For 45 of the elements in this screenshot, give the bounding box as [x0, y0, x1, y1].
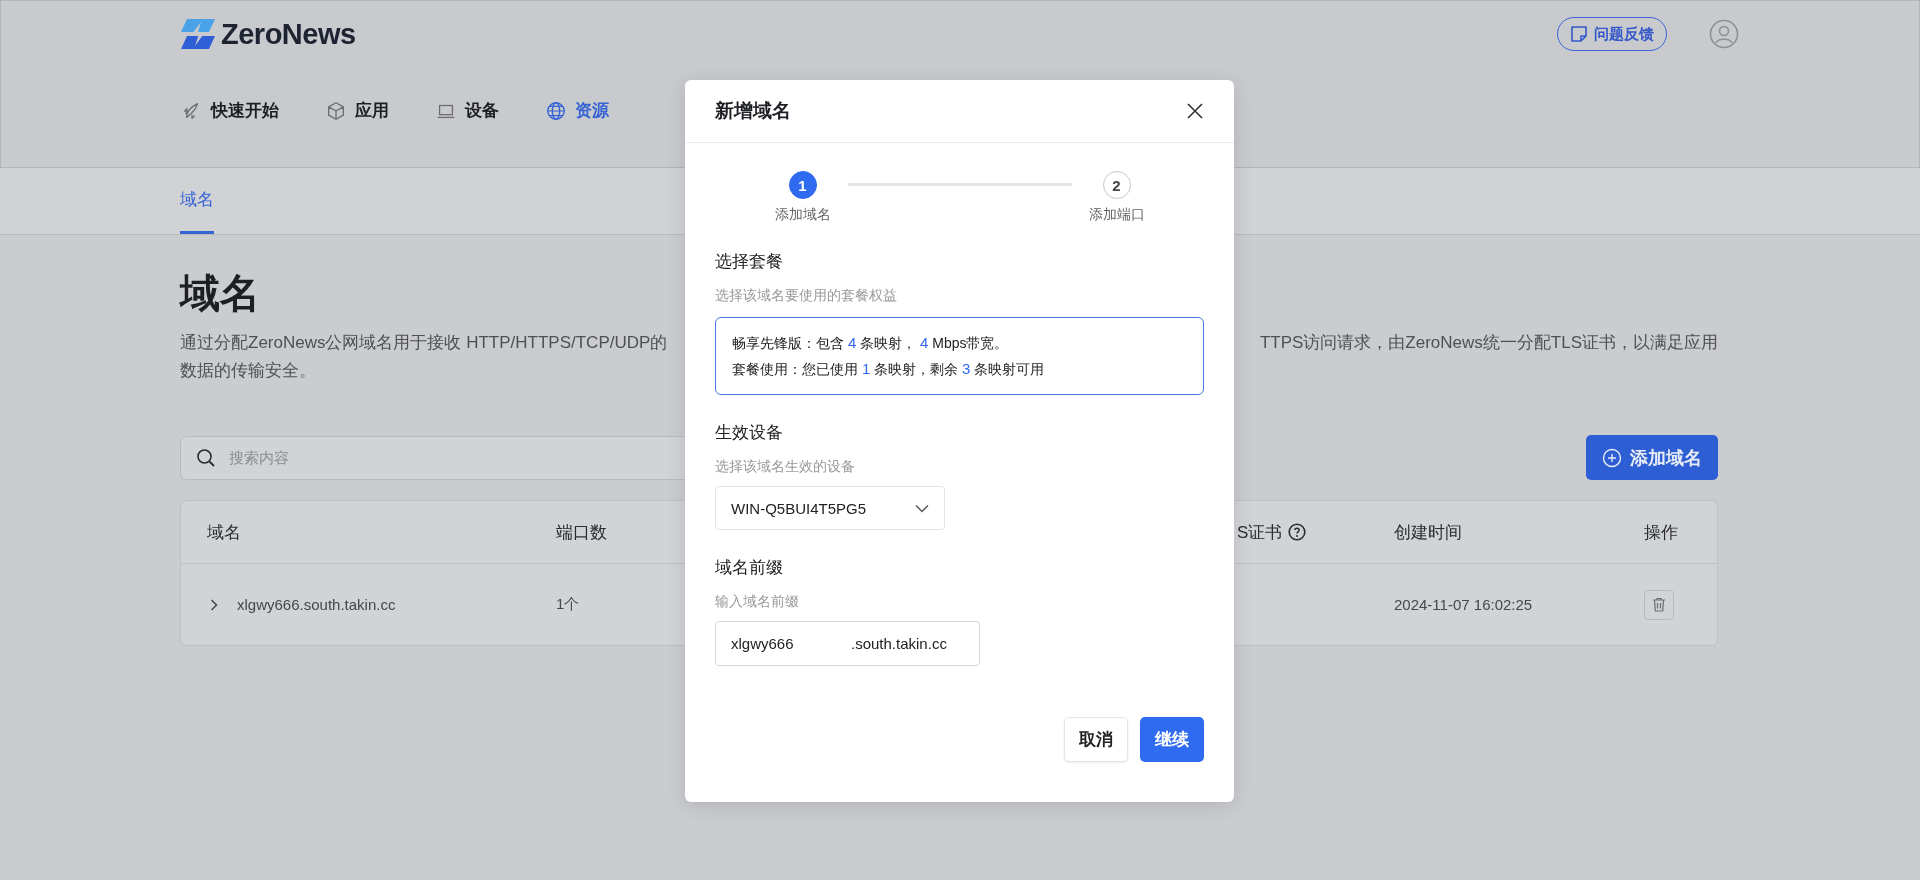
- table-cell: 2024-11-07 16:02:25: [1394, 596, 1533, 613]
- logo-text: ZeroNews: [221, 17, 356, 51]
- device-dropdown[interactable]: WIN-Q5BUI4T5PG5: [715, 486, 945, 530]
- chevron-down-icon: [915, 503, 929, 513]
- description-text: TTPS访问请求，由ZeroNews统一分配TLS证书，以满足应用: [1259, 332, 1718, 354]
- globe-icon: [545, 99, 567, 122]
- field-label: 选择套餐: [715, 251, 784, 273]
- cancel-button[interactable]: 取消: [1064, 717, 1128, 762]
- table-cell: 1个: [556, 595, 580, 614]
- logo-icon: [181, 19, 215, 49]
- description-text: 通过分配ZeroNews公网域名用于接收 HTTP/HTTPS/TCP/UDP的: [180, 332, 668, 354]
- help-icon[interactable]: [1288, 523, 1307, 541]
- nav-item[interactable]: 快速开始: [181, 99, 279, 122]
- plan-text: 畅享先锋版：包含 4 条映射， 4 Mbps带宽。: [732, 333, 1010, 353]
- nav-item[interactable]: 应用: [325, 99, 389, 122]
- page-title: 域名: [180, 270, 260, 317]
- continue-button[interactable]: 继续: [1140, 717, 1204, 762]
- plus-circle-icon: [1602, 447, 1622, 468]
- column-header: 操作: [1644, 521, 1678, 544]
- search-icon: [196, 447, 216, 468]
- dialog-title: 新增域名: [715, 99, 791, 123]
- field-hint: 输入域名前缀: [715, 593, 800, 611]
- table-cell: xlgwy666.south.takin.cc: [237, 596, 396, 613]
- close-button[interactable]: [1186, 102, 1204, 120]
- field-hint: 选择该域名要使用的套餐权益: [715, 287, 898, 305]
- note-icon: [1570, 25, 1588, 43]
- column-header: 创建时间: [1394, 521, 1462, 544]
- trash-icon: [1652, 597, 1666, 612]
- step-label: 添加端口: [1088, 206, 1145, 224]
- step-number: 1: [788, 171, 817, 199]
- nav-item[interactable]: 设备: [435, 99, 499, 122]
- step-number: 2: [1102, 171, 1131, 199]
- tab[interactable]: 域名: [180, 168, 214, 234]
- column-header: S证书: [1237, 521, 1283, 544]
- plan-text: 套餐使用：您已使用 1 条映射，剩余 3 条映射可用: [732, 359, 1046, 379]
- column-header: 端口数: [556, 521, 607, 544]
- cube-icon: [325, 99, 347, 122]
- delete-button[interactable]: [1644, 589, 1674, 620]
- field-label: 域名前缀: [715, 557, 784, 579]
- close-icon: [1186, 102, 1204, 120]
- step-label: 添加域名: [774, 206, 831, 224]
- column-header: 域名: [207, 521, 241, 544]
- add-domain-button[interactable]: 添加域名: [1586, 435, 1718, 480]
- prefix-field[interactable]: xlgwy666 .south.takin.cc: [715, 621, 980, 666]
- description-text: 数据的传输安全。: [180, 360, 316, 382]
